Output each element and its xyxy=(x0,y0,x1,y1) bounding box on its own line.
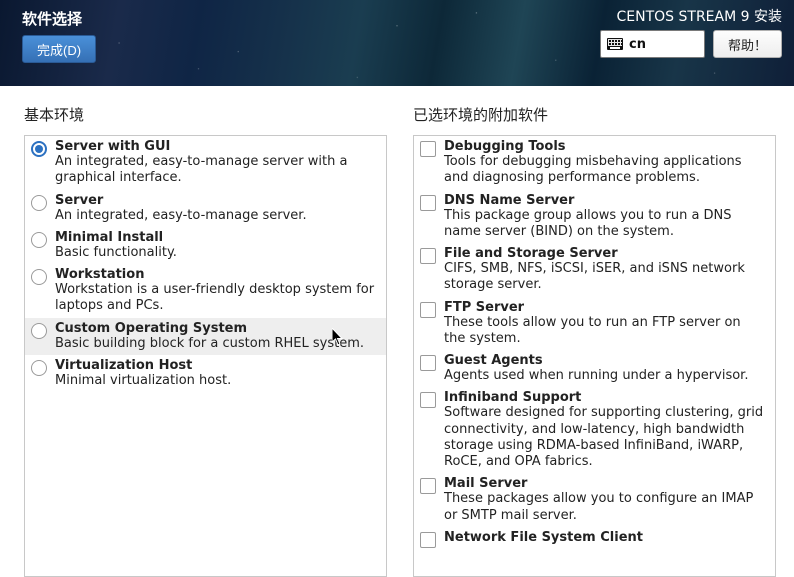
item-description: An integrated, easy-to-manage server wit… xyxy=(55,154,376,187)
addon-item[interactable]: File and Storage ServerCIFS, SMB, NFS, i… xyxy=(414,243,775,297)
item-description: These packages allow you to configure an… xyxy=(444,491,765,524)
checkbox[interactable] xyxy=(420,302,436,318)
addon-item[interactable]: FTP ServerThese tools allow you to run a… xyxy=(414,297,775,351)
checkbox[interactable] xyxy=(420,355,436,371)
item-label: Server xyxy=(55,193,376,208)
base-env-item[interactable]: Custom Operating SystemBasic building bl… xyxy=(25,318,386,355)
keyboard-layout-selector[interactable]: cn xyxy=(600,30,705,58)
item-description: An integrated, easy-to-manage server. xyxy=(55,208,376,224)
item-description: Workstation is a user-friendly desktop s… xyxy=(55,282,376,315)
base-env-item[interactable]: WorkstationWorkstation is a user-friendl… xyxy=(25,264,386,318)
radio-button[interactable] xyxy=(31,141,47,157)
radio-button[interactable] xyxy=(31,195,47,211)
item-description: Basic building block for a custom RHEL s… xyxy=(55,336,376,352)
item-label: FTP Server xyxy=(444,300,765,315)
radio-button[interactable] xyxy=(31,360,47,376)
addon-item[interactable]: Guest AgentsAgents used when running und… xyxy=(414,350,775,387)
item-label: Network File System Client xyxy=(444,530,765,545)
base-env-title: 基本环境 xyxy=(24,104,387,125)
item-label: Custom Operating System xyxy=(55,321,376,336)
item-label: Guest Agents xyxy=(444,353,765,368)
item-label: Server with GUI xyxy=(55,139,376,154)
radio-button[interactable] xyxy=(31,232,47,248)
item-description: CIFS, SMB, NFS, iSCSI, iSER, and iSNS ne… xyxy=(444,261,765,294)
item-label: Virtualization Host xyxy=(55,358,376,373)
item-label: File and Storage Server xyxy=(444,246,765,261)
item-label: Workstation xyxy=(55,267,376,282)
checkbox[interactable] xyxy=(420,478,436,494)
item-label: Minimal Install xyxy=(55,230,376,245)
installer-title: CENTOS STREAM 9 安装 xyxy=(617,6,782,26)
item-description: Basic functionality. xyxy=(55,245,376,261)
radio-button[interactable] xyxy=(31,323,47,339)
item-description: Minimal virtualization host. xyxy=(55,373,376,389)
done-button[interactable]: 完成(D) xyxy=(22,35,96,63)
item-label: Debugging Tools xyxy=(444,139,765,154)
radio-button[interactable] xyxy=(31,269,47,285)
addon-item[interactable]: Infiniband SupportSoftware designed for … xyxy=(414,387,775,473)
addon-item[interactable]: Network File System Client xyxy=(414,527,775,551)
base-env-item[interactable]: Server with GUIAn integrated, easy-to-ma… xyxy=(25,136,386,190)
checkbox[interactable] xyxy=(420,141,436,157)
addon-item[interactable]: DNS Name ServerThis package group allows… xyxy=(414,190,775,244)
checkbox[interactable] xyxy=(420,195,436,211)
checkbox[interactable] xyxy=(420,248,436,264)
item-label: Mail Server xyxy=(444,476,765,491)
addons-listbox[interactable]: Debugging ToolsTools for debugging misbe… xyxy=(413,135,776,577)
checkbox[interactable] xyxy=(420,392,436,408)
help-button[interactable]: 帮助！ xyxy=(713,30,782,58)
addon-item[interactable]: Debugging ToolsTools for debugging misbe… xyxy=(414,136,775,190)
item-description: Tools for debugging misbehaving applicat… xyxy=(444,154,765,187)
base-env-listbox[interactable]: Server with GUIAn integrated, easy-to-ma… xyxy=(24,135,387,577)
content-area: 基本环境 Server with GUIAn integrated, easy-… xyxy=(0,86,794,577)
item-description: Agents used when running under a hypervi… xyxy=(444,368,765,384)
item-description: Software designed for supporting cluster… xyxy=(444,405,765,470)
item-label: Infiniband Support xyxy=(444,390,765,405)
header-bar: 软件选择 完成(D) CENTOS STREAM 9 安装 cn 帮助！ xyxy=(0,0,794,86)
keyboard-icon xyxy=(607,38,623,50)
item-label: DNS Name Server xyxy=(444,193,765,208)
addons-title: 已选环境的附加软件 xyxy=(413,104,776,125)
page-title: 软件选择 xyxy=(22,8,96,29)
base-env-item[interactable]: Virtualization HostMinimal virtualizatio… xyxy=(25,355,386,392)
checkbox[interactable] xyxy=(420,532,436,548)
keyboard-layout-label: cn xyxy=(629,37,646,52)
item-description: These tools allow you to run an FTP serv… xyxy=(444,315,765,348)
addon-item[interactable]: Mail ServerThese packages allow you to c… xyxy=(414,473,775,527)
item-description: This package group allows you to run a D… xyxy=(444,208,765,241)
base-env-item[interactable]: ServerAn integrated, easy-to-manage serv… xyxy=(25,190,386,227)
base-env-item[interactable]: Minimal InstallBasic functionality. xyxy=(25,227,386,264)
base-env-column: 基本环境 Server with GUIAn integrated, easy-… xyxy=(24,104,387,577)
addons-column: 已选环境的附加软件 Debugging ToolsTools for debug… xyxy=(413,104,776,577)
